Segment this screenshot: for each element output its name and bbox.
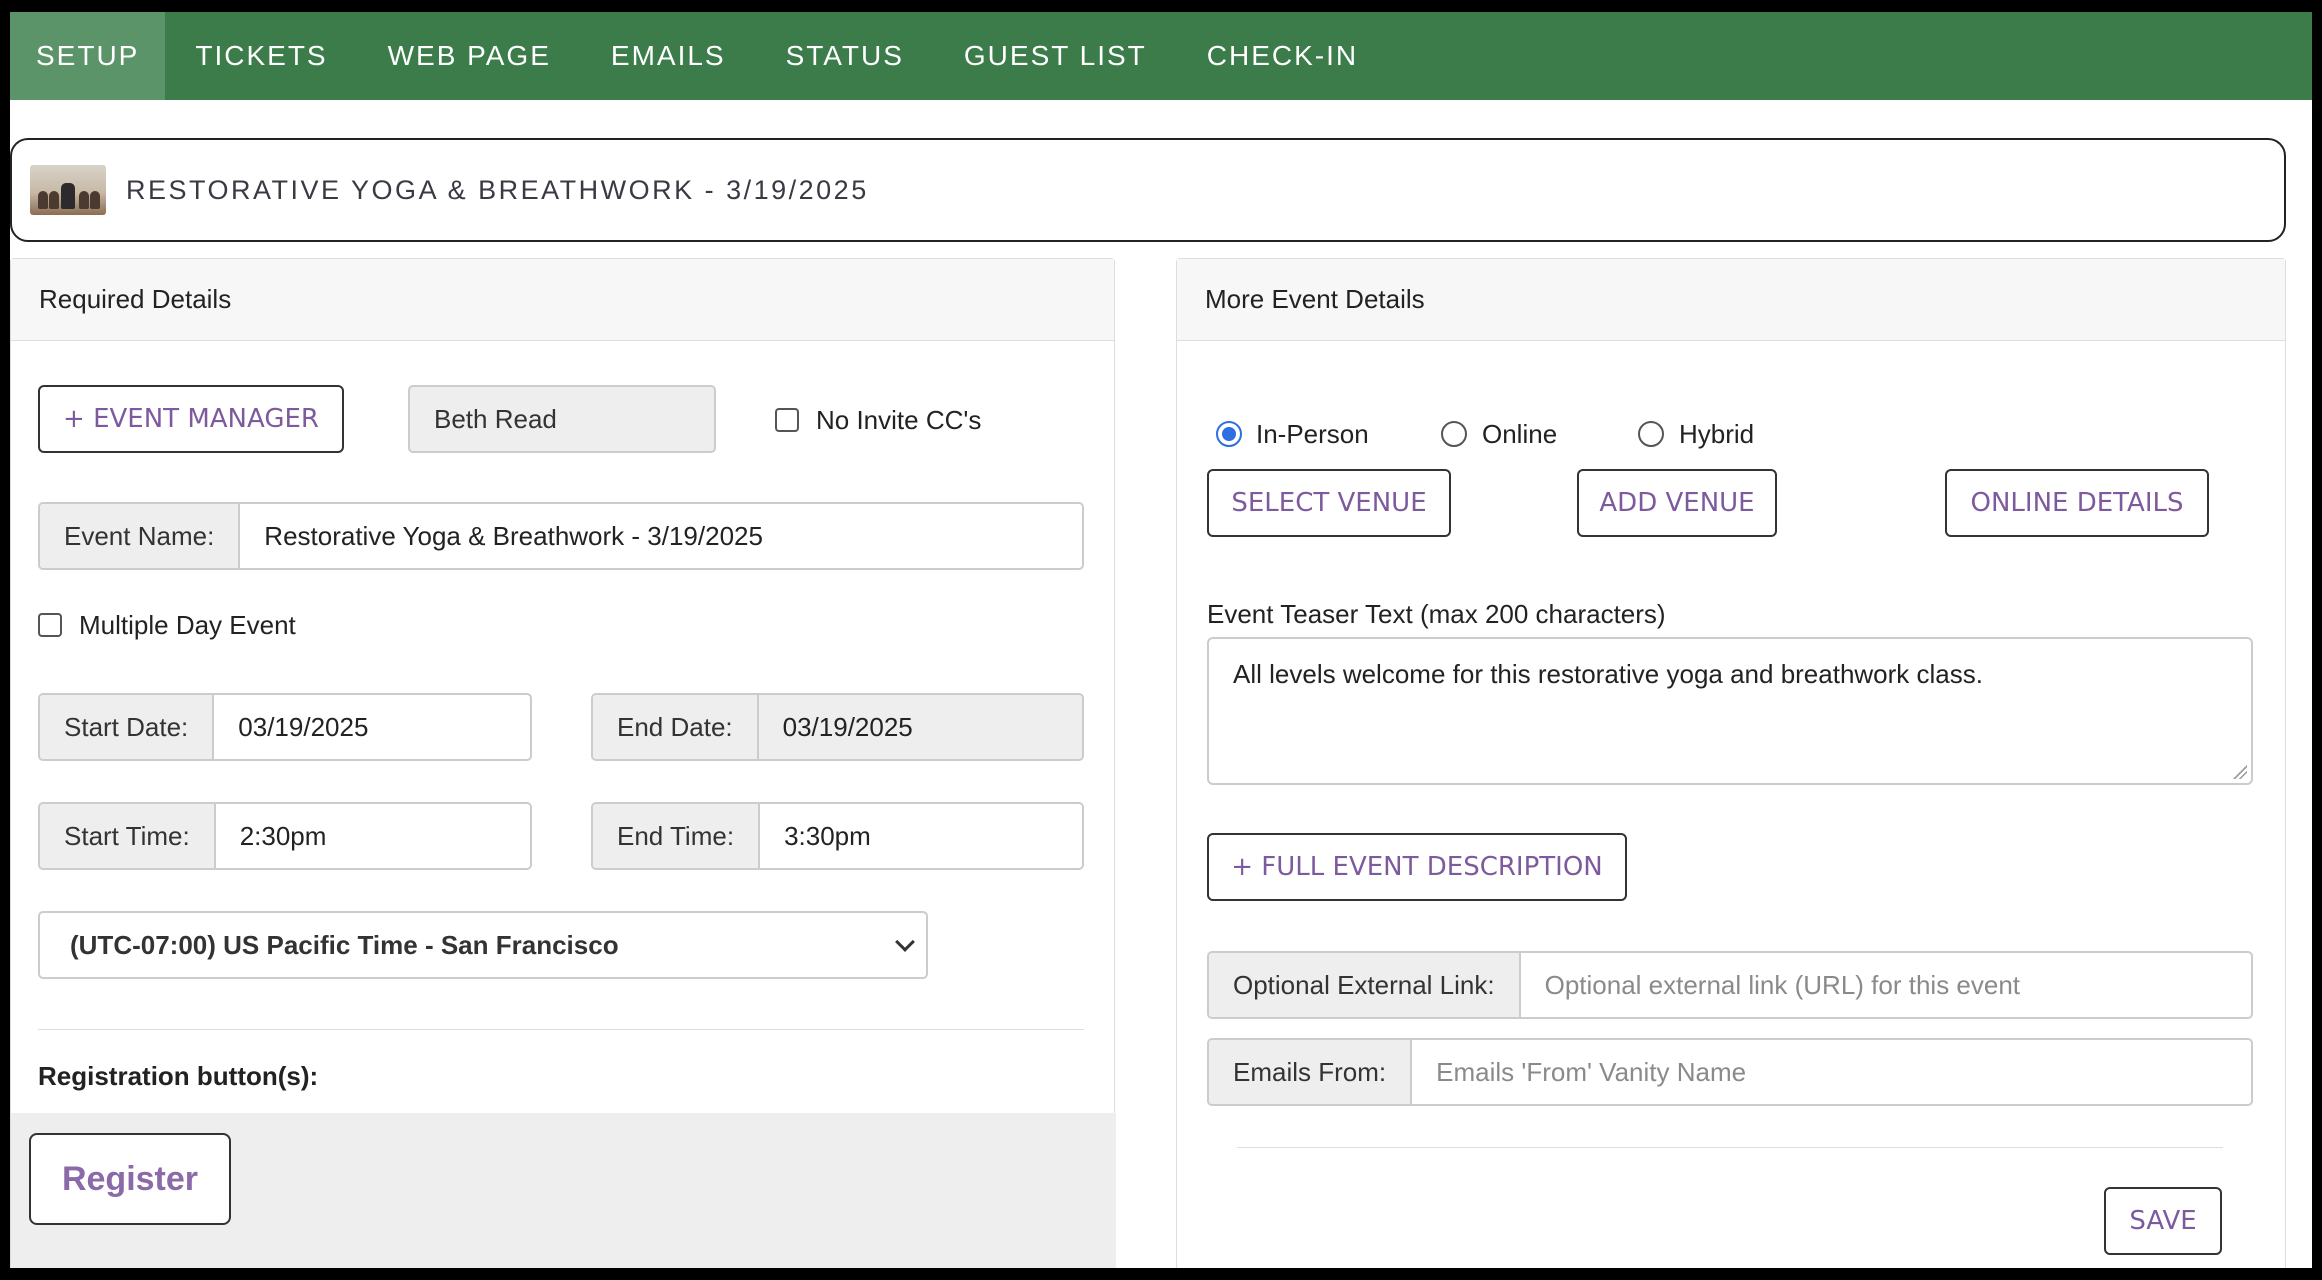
radio-online-label: Online: [1482, 419, 1558, 449]
timezone-value: (UTC-07:00) US Pacific Time - San Franci…: [70, 929, 619, 960]
event-name-input[interactable]: Restorative Yoga & Breathwork - 3/19/202…: [240, 504, 1082, 568]
required-details-panel: Required Details + EVENT MANAGER Beth Re…: [10, 258, 1116, 1268]
save-button[interactable]: SAVE: [2104, 1187, 2222, 1255]
external-link-group: Optional External Link: Optional externa…: [1207, 951, 2253, 1019]
section-divider: [38, 1029, 1084, 1030]
more-details-panel: More Event Details In-Person Online Hybr…: [1176, 258, 2286, 1268]
top-nav: SETUP TICKETS WEB PAGE EMAILS STATUS GUE…: [10, 12, 2312, 100]
radio-in-person-label: In-Person: [1256, 419, 1369, 449]
external-link-input[interactable]: Optional external link (URL) for this ev…: [1521, 953, 2251, 1017]
tab-setup[interactable]: SETUP: [10, 12, 166, 100]
more-details-heading: More Event Details: [1177, 259, 2285, 341]
teaser-text-value: All levels welcome for this restorative …: [1233, 659, 1983, 689]
resize-handle-icon[interactable]: [2233, 765, 2247, 779]
required-details-heading: Required Details: [11, 259, 1114, 341]
app-frame: SETUP TICKETS WEB PAGE EMAILS STATUS GUE…: [10, 12, 2312, 1268]
chevron-down-icon: [895, 932, 915, 952]
event-name-label: Event Name:: [40, 504, 241, 568]
no-invite-cc-label: No Invite CC's: [816, 405, 982, 435]
teaser-textarea[interactable]: All levels welcome for this restorative …: [1207, 637, 2253, 785]
start-date-label: Start Date:: [40, 695, 215, 759]
multiple-day-checkbox[interactable]: [38, 613, 62, 637]
event-thumbnail: [30, 165, 106, 215]
emails-from-input[interactable]: Emails 'From' Vanity Name: [1412, 1040, 2251, 1104]
end-time-group: End Time: 3:30pm: [591, 802, 1084, 870]
tab-status[interactable]: STATUS: [756, 12, 934, 100]
full-event-description-button[interactable]: + FULL EVENT DESCRIPTION: [1207, 833, 1627, 901]
section-divider: [1237, 1147, 2223, 1148]
emails-from-label: Emails From:: [1209, 1040, 1413, 1104]
event-manager-name: Beth Read: [408, 385, 716, 453]
event-title: RESTORATIVE YOGA & BREATHWORK - 3/19/202…: [126, 174, 869, 205]
online-details-button[interactable]: ONLINE DETAILS: [1945, 469, 2209, 537]
teaser-text-label: Event Teaser Text (max 200 characters): [1207, 599, 1666, 629]
start-date-group: Start Date: 03/19/2025: [38, 693, 532, 761]
timezone-select[interactable]: (UTC-07:00) US Pacific Time - San Franci…: [38, 911, 928, 979]
register-button[interactable]: Register: [29, 1133, 231, 1225]
tab-guest-list[interactable]: GUEST LIST: [934, 12, 1177, 100]
add-event-manager-button[interactable]: + EVENT MANAGER: [38, 385, 344, 453]
tab-check-in[interactable]: CHECK-IN: [1177, 12, 1388, 100]
end-time-label: End Time:: [593, 804, 761, 868]
end-date-input: 03/19/2025: [758, 695, 1082, 759]
select-venue-button[interactable]: SELECT VENUE: [1207, 469, 1451, 537]
tab-emails[interactable]: EMAILS: [581, 12, 756, 100]
radio-hybrid[interactable]: [1638, 421, 1664, 447]
start-time-input[interactable]: 2:30pm: [216, 804, 530, 868]
end-date-group: End Date: 03/19/2025: [591, 693, 1084, 761]
start-date-input[interactable]: 03/19/2025: [214, 695, 530, 759]
event-name-group: Event Name: Restorative Yoga & Breathwor…: [38, 502, 1084, 570]
radio-online[interactable]: [1441, 421, 1467, 447]
start-time-label: Start Time:: [40, 804, 216, 868]
tab-tickets[interactable]: TICKETS: [165, 12, 357, 100]
registration-buttons-label: Registration button(s):: [38, 1061, 319, 1091]
tab-web-page[interactable]: WEB PAGE: [358, 12, 581, 100]
no-invite-cc-checkbox[interactable]: [775, 408, 799, 432]
emails-from-group: Emails From: Emails 'From' Vanity Name: [1207, 1038, 2253, 1106]
external-link-label: Optional External Link:: [1209, 953, 1521, 1017]
end-time-input[interactable]: 3:30pm: [760, 804, 1082, 868]
radio-hybrid-label: Hybrid: [1679, 419, 1755, 449]
multiple-day-label: Multiple Day Event: [79, 610, 296, 640]
add-venue-button[interactable]: ADD VENUE: [1577, 469, 1777, 537]
event-header: RESTORATIVE YOGA & BREATHWORK - 3/19/202…: [10, 138, 2286, 242]
start-time-group: Start Time: 2:30pm: [38, 802, 532, 870]
end-date-label: End Date:: [593, 695, 759, 759]
radio-in-person[interactable]: [1216, 421, 1242, 447]
